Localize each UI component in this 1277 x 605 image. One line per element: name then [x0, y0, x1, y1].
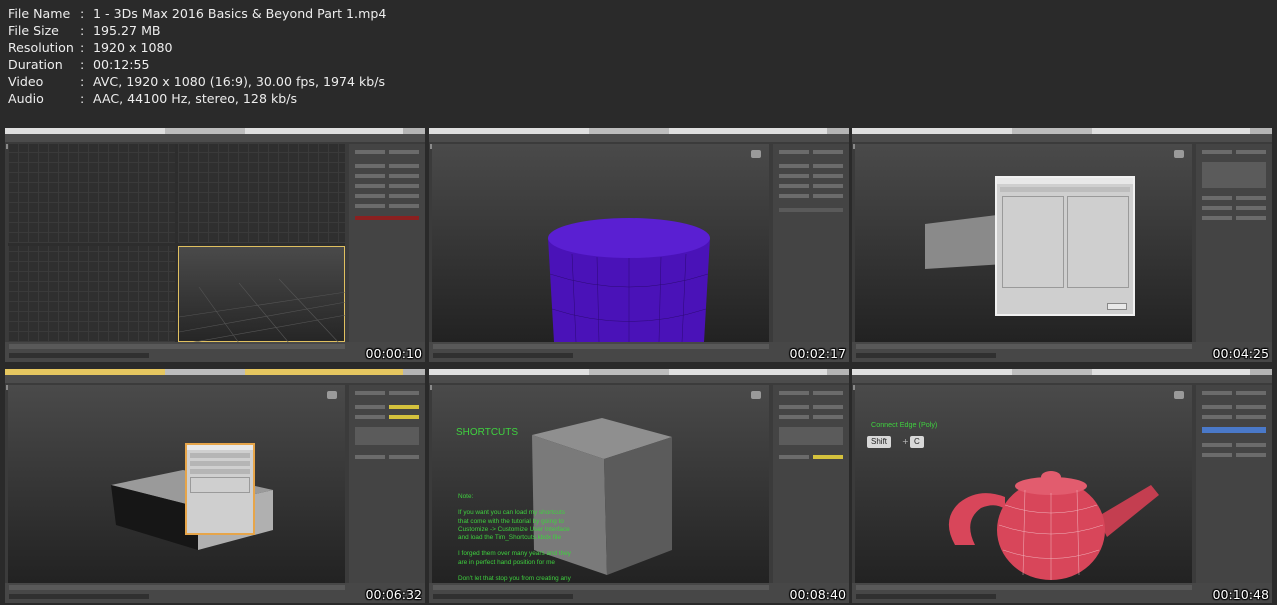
timestamp: 00:02:17 — [789, 346, 846, 361]
command-panel — [349, 144, 425, 342]
overlay-heading: SHORTCUTS — [456, 427, 519, 438]
info-value: 195.27 MB — [93, 23, 161, 38]
perspective-viewport: SHORTCUTS Note: If you want you can load… — [432, 385, 769, 590]
options-group — [190, 477, 250, 493]
left-viewport — [8, 246, 175, 342]
info-value: AVC, 1920 x 1080 (16:9), 30.00 fps, 1974… — [93, 74, 386, 89]
main-toolbar — [5, 134, 425, 149]
command-panel — [773, 385, 849, 583]
timestamp: 00:08:40 — [789, 587, 846, 602]
info-separator: : — [80, 74, 85, 89]
info-separator: : — [80, 91, 85, 106]
info-key: Resolution — [8, 40, 74, 55]
perspective-viewport — [178, 246, 346, 343]
video-frame-thumbnail[interactable]: Connect Edge (Poly) Shift + C 00:10:48 — [852, 369, 1272, 603]
perspective-grid — [179, 278, 346, 343]
quad-viewports — [8, 144, 346, 343]
video-frame-thumbnail[interactable]: SHORTCUTS Note: If you want you can load… — [429, 369, 849, 603]
timeline-status-bar — [429, 583, 849, 603]
front-viewport — [178, 144, 345, 243]
info-value: AAC, 44100 Hz, stereo, 128 kb/s — [93, 91, 298, 106]
dialog-field[interactable] — [190, 461, 250, 466]
perspective-viewport — [432, 144, 769, 342]
ok-button[interactable] — [1107, 303, 1127, 310]
dialog-field[interactable] — [190, 469, 250, 474]
info-key: Audio — [8, 91, 44, 106]
timestamp: 00:04:25 — [1212, 346, 1269, 361]
timeline-status-bar — [852, 583, 1272, 603]
main-toolbar — [5, 375, 425, 390]
main-toolbar — [852, 134, 1272, 149]
box-object — [111, 470, 273, 550]
command-panel — [349, 385, 425, 583]
overlay-note: Note: If you want you can load my shortc… — [458, 493, 571, 590]
video-frame-thumbnail[interactable]: 00:00:10 — [5, 128, 425, 362]
top-viewport — [8, 144, 175, 243]
info-separator: : — [80, 40, 85, 55]
info-row-duration: Duration : 00:12:55 — [8, 56, 386, 73]
cylinder-object — [548, 218, 710, 342]
info-row-file-size: File Size : 195.27 MB — [8, 22, 386, 39]
info-key: Duration — [8, 57, 63, 72]
info-row-file-name: File Name : 1 - 3Ds Max 2016 Basics & Be… — [8, 5, 386, 22]
main-toolbar — [429, 375, 849, 390]
options-group — [1002, 196, 1064, 288]
command-panel — [773, 144, 849, 342]
dialog-title-bar — [187, 445, 253, 450]
preference-settings-dialog[interactable] — [995, 176, 1135, 316]
info-separator: : — [80, 6, 85, 21]
timeline-status-bar — [852, 342, 1272, 362]
dialog-title-bar — [997, 178, 1133, 184]
timestamp: 00:10:48 — [1212, 587, 1269, 602]
file-info: File Name : 1 - 3Ds Max 2016 Basics & Be… — [8, 5, 386, 107]
main-toolbar — [852, 375, 1272, 390]
video-frame-thumbnail[interactable]: 00:02:17 — [429, 128, 849, 362]
perspective-viewport: Connect Edge (Poly) Shift + C — [855, 385, 1192, 583]
perspective-viewport — [855, 144, 1192, 342]
options-group — [1067, 196, 1129, 288]
timeline-status-bar — [429, 342, 849, 362]
teapot-object — [948, 471, 1159, 580]
info-row-audio: Audio : AAC, 44100 Hz, stereo, 128 kb/s — [8, 90, 386, 107]
info-row-resolution: Resolution : 1920 x 1080 — [8, 39, 386, 56]
viewcube-icon — [751, 391, 761, 399]
main-toolbar — [429, 134, 849, 149]
info-value: 00:12:55 — [93, 57, 150, 72]
timestamp: 00:06:32 — [365, 587, 422, 602]
viewcube-icon — [327, 391, 337, 399]
command-panel — [1196, 144, 1272, 342]
perspective-viewport — [8, 385, 345, 583]
settings-dialog[interactable] — [185, 443, 255, 535]
dialog-tabs[interactable] — [1000, 187, 1130, 192]
info-row-video: Video : AVC, 1920 x 1080 (16:9), 30.00 f… — [8, 73, 386, 90]
dialog-field[interactable] — [190, 453, 250, 458]
video-frame-thumbnail[interactable]: 00:06:32 — [5, 369, 425, 603]
info-key: File Name — [8, 6, 71, 21]
timeline-status-bar — [5, 583, 425, 603]
info-separator: : — [80, 23, 85, 38]
info-key: File Size — [8, 23, 59, 38]
timestamp: 00:00:10 — [365, 346, 422, 361]
viewcube-icon — [1174, 391, 1184, 399]
info-key: Video — [8, 74, 44, 89]
video-frame-thumbnail[interactable]: 00:04:25 — [852, 128, 1272, 362]
viewcube-icon — [751, 150, 761, 158]
info-value: 1920 x 1080 — [93, 40, 173, 55]
info-value: 1 - 3Ds Max 2016 Basics & Beyond Part 1.… — [93, 6, 387, 21]
viewcube-icon — [1174, 150, 1184, 158]
info-separator: : — [80, 57, 85, 72]
command-panel — [1196, 385, 1272, 583]
timeline-status-bar — [5, 342, 425, 362]
